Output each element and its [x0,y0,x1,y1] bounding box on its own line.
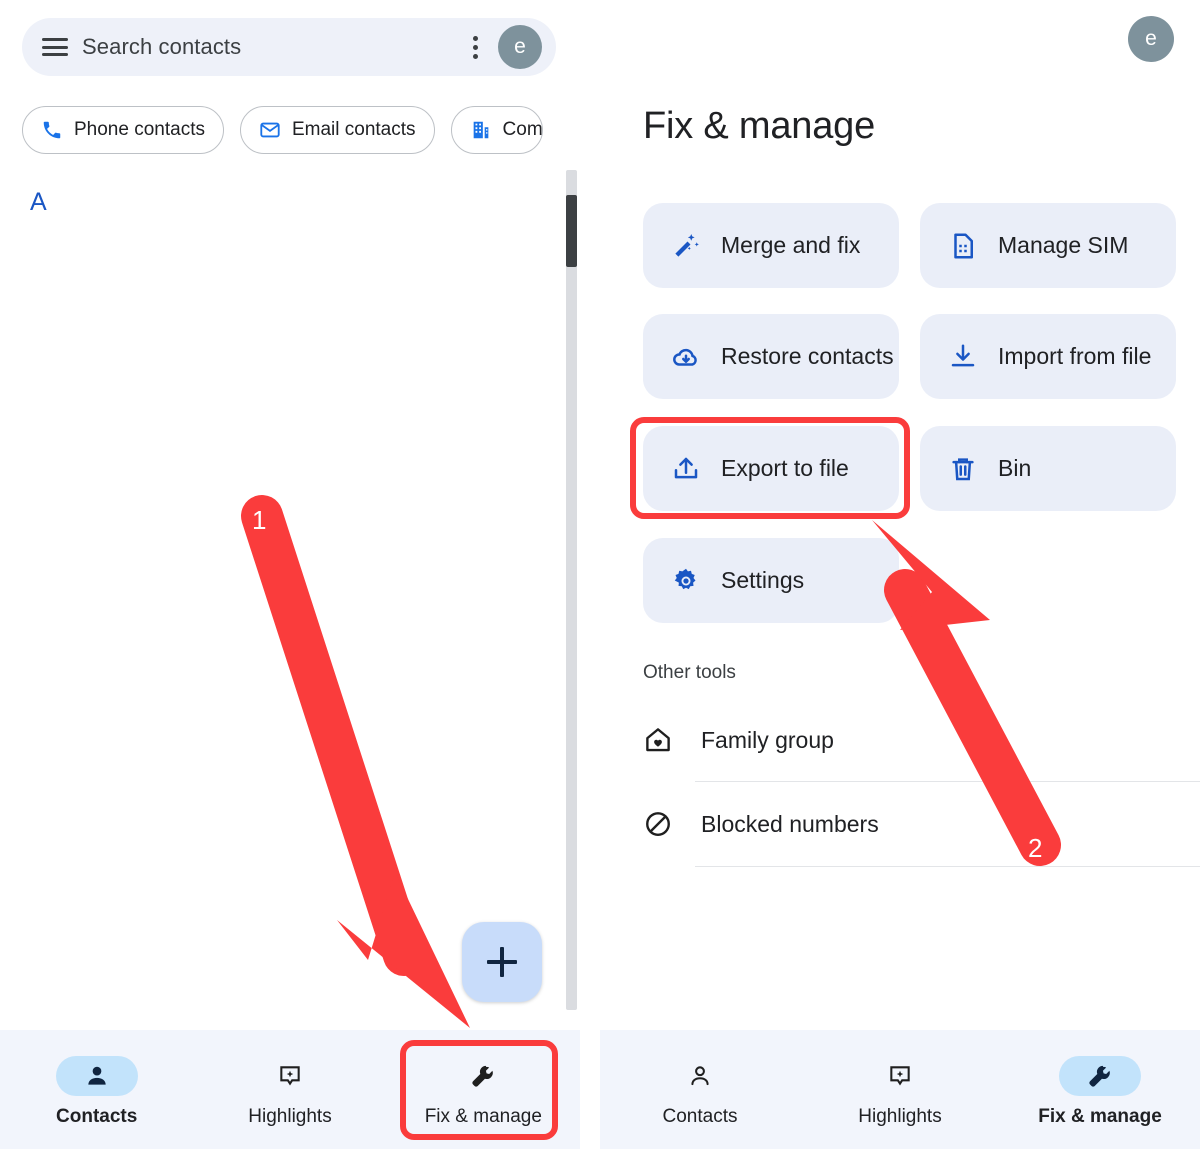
section-header-letter: A [30,188,47,216]
page-title: Fix & manage [643,105,876,147]
card-label: Merge and fix [721,232,861,259]
avatar[interactable]: e [1128,16,1174,62]
scrollbar-thumb[interactable] [566,195,577,267]
nav-label: Highlights [858,1106,942,1127]
scrollbar-track[interactable] [566,170,577,1010]
magic-wand-icon [675,233,699,257]
tutorial-screenshot: Search contacts e Phone contacts Email c… [0,0,1200,1149]
cloud-download-icon [673,348,697,366]
chip-label: Phone contacts [74,119,205,140]
chip-company-contacts[interactable]: Com [450,106,543,154]
highlight-box-fix-and-manage-tab [400,1040,558,1140]
tool-row-family-group[interactable]: Family group [643,698,1200,782]
nav-pill [55,1056,138,1096]
company-building-icon [473,121,488,139]
nav-pill [249,1056,331,1096]
search-bar[interactable]: Search contacts e [22,18,556,76]
nav-item-contacts[interactable]: Contacts [0,1056,193,1128]
nav-pill [859,1056,941,1096]
card-merge-and-fix[interactable]: Merge and fix [643,203,899,288]
chip-label: Email contacts [291,119,416,140]
nav-label: Highlights [248,1106,332,1127]
tool-label: Family group [701,726,834,753]
person-outline-icon [691,1066,709,1086]
nav-item-contacts[interactable]: Contacts [600,1056,800,1128]
nav-pill [659,1056,741,1096]
card-label: Bin [998,455,1032,482]
gear-icon [674,568,696,589]
sim-card-icon [954,233,973,258]
nav-label: Contacts [662,1106,738,1127]
avatar[interactable]: e [498,25,542,69]
phone-icon [43,121,61,139]
divider [695,866,1200,867]
chip-phone-contacts[interactable]: Phone contacts [22,106,224,154]
card-label: Restore contacts [721,343,894,370]
other-tools-heading: Other tools [643,662,736,683]
card-settings[interactable]: Settings [643,538,899,623]
tool-label: Blocked numbers [701,810,879,837]
download-icon [951,344,975,366]
card-bin[interactable]: Bin [920,426,1176,511]
highlights-sparkle-icon [280,1066,300,1086]
home-heart-icon [646,728,670,752]
left-phone-panel: Search contacts e Phone contacts Email c… [0,0,580,1149]
nav-label: Fix & manage [1038,1106,1162,1127]
search-input[interactable]: Search contacts [82,34,458,60]
block-circle-icon [646,812,670,836]
nav-item-fix-and-manage[interactable]: Fix & manage [1000,1056,1200,1128]
mail-icon [260,122,280,138]
hamburger-menu-icon[interactable] [42,38,68,56]
right-bottom-nav: Contacts Highlights Fix & manage [600,1030,1200,1149]
person-filled-icon [87,1066,106,1085]
highlights-sparkle-icon [890,1066,910,1086]
nav-label: Contacts [56,1106,138,1127]
filter-chips: Phone contacts Email contacts Com [22,106,543,154]
tool-row-blocked-numbers[interactable]: Blocked numbers [643,782,1200,866]
plus-icon [487,947,517,977]
nav-pill [1059,1056,1141,1096]
highlight-box-export-to-file [630,417,910,519]
trash-icon [952,457,974,480]
chip-label: Com [502,119,543,140]
card-import-from-file[interactable]: Import from file [920,314,1176,399]
card-restore-contacts[interactable]: Restore contacts [643,314,899,399]
card-label: Manage SIM [998,232,1129,259]
more-vert-icon[interactable] [472,35,478,59]
nav-item-highlights[interactable]: Highlights [800,1056,1000,1128]
card-label: Import from file [998,343,1152,370]
add-contact-fab[interactable] [462,922,542,1002]
card-manage-sim[interactable]: Manage SIM [920,203,1176,288]
card-label: Settings [721,567,805,594]
annotation-step-number-1: 1 [252,505,267,535]
nav-item-highlights[interactable]: Highlights [193,1056,386,1128]
annotation-step-number-2: 2 [1028,833,1043,863]
chip-email-contacts[interactable]: Email contacts [239,106,435,154]
wrench-icon [1089,1065,1110,1087]
